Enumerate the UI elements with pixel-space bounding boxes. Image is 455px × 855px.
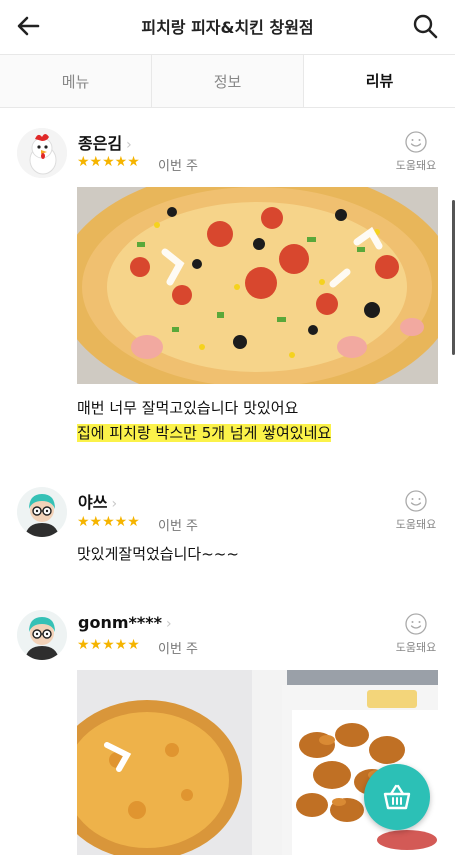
review-text-line: 맛있게잘먹었습니다~~~ (77, 545, 239, 563)
reviewer-name[interactable]: gonm**** › (78, 613, 172, 632)
review-date: 이번 주 (158, 159, 199, 174)
tab-menu[interactable]: 메뉴 (0, 55, 152, 107)
review-date: 이번 주 (158, 519, 199, 534)
tab-reviews[interactable]: 리뷰 (304, 55, 455, 107)
helpful-button[interactable]: 도움돼요 (391, 490, 441, 532)
chevron-right-icon: › (111, 496, 118, 512)
page-title: 피치랑 피자&치킨 창원점 (141, 18, 314, 37)
review-text: 매번 너무 잘먹고있습니다 맛있어요 집에 피치랑 박스만 5개 넘게 쌓여있네… (77, 396, 332, 446)
helpful-label: 도움돼요 (395, 518, 437, 531)
avatar[interactable] (17, 487, 67, 537)
tab-bar: 메뉴 정보 리뷰 (0, 54, 455, 108)
avatar[interactable] (17, 128, 67, 178)
review-photo[interactable] (77, 187, 438, 384)
cart-basket-icon (383, 784, 411, 810)
teal-hair-glasses-avatar-icon (17, 610, 67, 660)
helpful-button[interactable]: 도움돼요 (391, 613, 441, 655)
star-rating: ★★★★★ (77, 514, 140, 530)
cart-button[interactable] (364, 764, 430, 830)
chicken-avatar-icon (17, 128, 67, 178)
smile-icon (405, 131, 427, 153)
reviewer-name[interactable]: 야쓰 › (78, 489, 117, 513)
search-icon[interactable] (411, 12, 439, 40)
star-rating: ★★★★★ (77, 154, 140, 170)
chevron-right-icon: › (126, 137, 132, 153)
helpful-label: 도움돼요 (395, 641, 437, 654)
star-rating: ★★★★★ (77, 637, 140, 653)
helpful-button[interactable]: 도움돼요 (391, 131, 441, 173)
chevron-right-icon: › (165, 616, 172, 632)
top-bar: 피치랑 피자&치킨 창원점 (0, 0, 455, 52)
review-text: 맛있게잘먹었습니다~~~ (77, 542, 239, 567)
helpful-label: 도움돼요 (395, 159, 437, 172)
review-text-line: 매번 너무 잘먹고있습니다 맛있어요 (77, 399, 299, 417)
smile-icon (405, 490, 427, 512)
pizza-photo-image (77, 187, 438, 384)
smile-icon (405, 613, 427, 635)
avatar[interactable] (17, 610, 67, 660)
review-date: 이번 주 (158, 642, 199, 657)
tab-info[interactable]: 정보 (152, 55, 304, 107)
teal-hair-glasses-avatar-icon (17, 487, 67, 537)
review-text-highlight: 집에 피치랑 박스만 5개 넘게 쌓여있네요 (77, 424, 332, 442)
reviewer-name[interactable]: 종은김 › (78, 130, 132, 154)
